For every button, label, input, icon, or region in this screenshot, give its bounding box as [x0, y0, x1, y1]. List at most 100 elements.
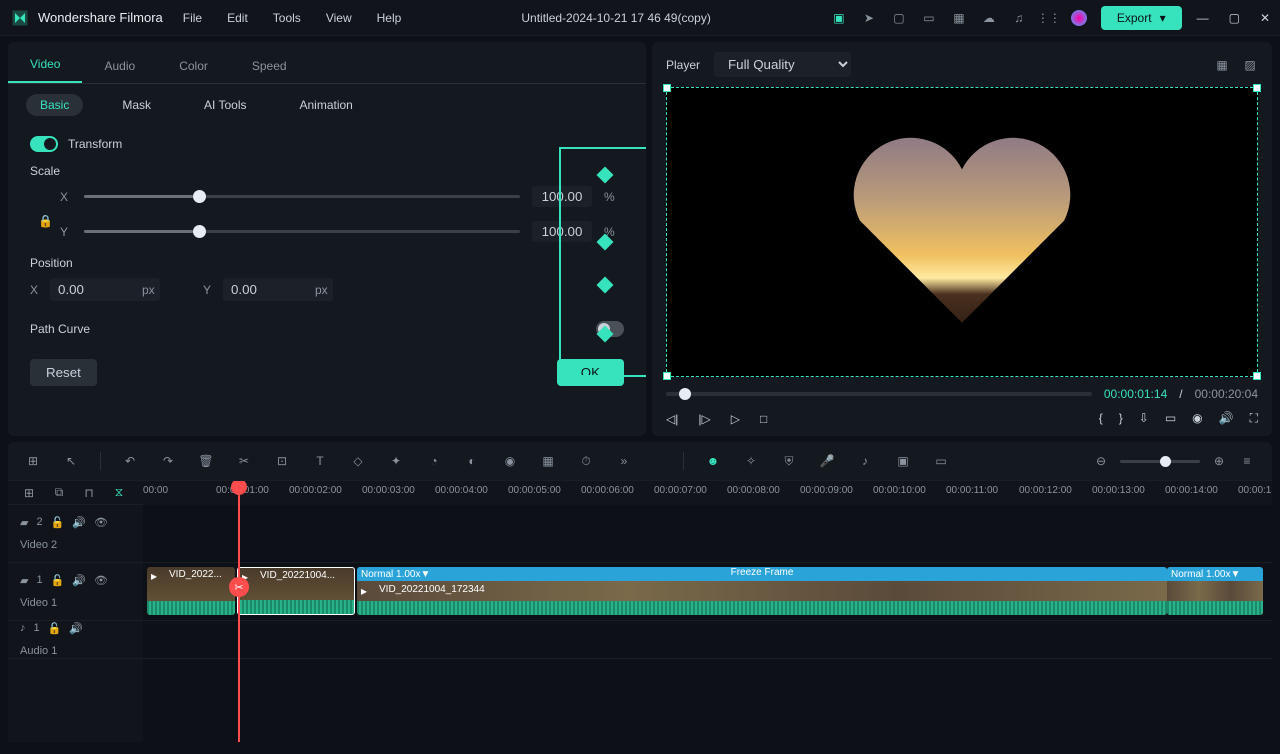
playhead[interactable]: ✂	[238, 481, 240, 742]
scale-y-input[interactable]	[532, 221, 592, 242]
subtab-basic[interactable]: Basic	[26, 94, 83, 116]
scale-x-slider[interactable]	[84, 195, 520, 198]
clip-4[interactable]: Normal 1.00x ▼	[1167, 567, 1263, 615]
lock-icon[interactable]: 🔓	[48, 622, 62, 635]
maximize-button[interactable]: ▢	[1229, 11, 1240, 25]
monitor-icon[interactable]: ▭	[921, 10, 937, 26]
gift-icon[interactable]: ▣	[831, 10, 847, 26]
stop-button[interactable]: □	[760, 412, 767, 426]
pointer-icon[interactable]: ↖	[62, 452, 80, 470]
table-icon[interactable]: ▦	[539, 452, 557, 470]
export-button[interactable]: Export▾	[1101, 6, 1182, 30]
mute-icon[interactable]: 🔊	[72, 516, 86, 529]
bracket-out-icon[interactable]: }	[1119, 411, 1123, 426]
zoom-in-icon[interactable]: ⊕	[1210, 452, 1228, 470]
track-head-video1[interactable]: ▰1🔓🔊👁 Video 1	[8, 563, 143, 621]
marker-icon[interactable]: ⇩	[1139, 411, 1149, 426]
shape-icon[interactable]: ◇	[349, 452, 367, 470]
ai-icon[interactable]: ☻	[704, 452, 722, 470]
display-icon[interactable]: ▭	[1165, 411, 1176, 426]
trash-icon[interactable]: 🗑	[197, 452, 215, 470]
track-head-audio1[interactable]: ♪1🔓🔊 Audio 1	[8, 621, 143, 659]
tab-speed[interactable]: Speed	[230, 49, 309, 83]
undo-icon[interactable]: ↶	[121, 452, 139, 470]
clip-1[interactable]: ▸VID_2022...	[147, 567, 235, 615]
playhead-scissors-icon[interactable]: ✂	[229, 577, 249, 597]
clip-3-freeze[interactable]: Normal 1.00x ▼Freeze Frame ▸ VID_2022100…	[357, 567, 1167, 615]
layout-icon[interactable]: ▢	[891, 10, 907, 26]
lock-icon[interactable]: 🔒	[38, 214, 53, 228]
eye-icon[interactable]: 👁	[94, 574, 108, 587]
subtab-animation[interactable]: Animation	[285, 94, 366, 116]
headphone-icon[interactable]: ♫	[1011, 10, 1027, 26]
ok-button[interactable]: OK	[557, 359, 624, 386]
handle-br[interactable]	[1253, 372, 1261, 380]
quality-select[interactable]: Full Quality	[714, 52, 851, 77]
track-head-video2[interactable]: ▰2🔓🔊👁 Video 2	[8, 505, 143, 563]
menu-view[interactable]: View	[326, 11, 352, 25]
lock-icon[interactable]: 🔓	[51, 574, 65, 587]
sparkle-icon[interactable]: ✧	[742, 452, 760, 470]
subtab-mask[interactable]: Mask	[108, 94, 165, 116]
avatar-icon[interactable]	[1071, 10, 1087, 26]
lane-audio1[interactable]	[143, 621, 1272, 659]
mic-icon[interactable]: 🎤	[818, 452, 836, 470]
menu-edit[interactable]: Edit	[227, 11, 248, 25]
eye-icon[interactable]: 👁	[94, 516, 108, 529]
subtab-aitools[interactable]: AI Tools	[190, 94, 260, 116]
camera-icon[interactable]: ◉	[1192, 411, 1202, 426]
timeline-ruler[interactable]: 00:0000:00:01:0000:00:02:0000:00:03:0000…	[143, 481, 1272, 505]
handle-tr[interactable]	[1253, 84, 1261, 92]
cloud-icon[interactable]: ☁	[981, 10, 997, 26]
speed-icon[interactable]: ◔	[425, 452, 443, 470]
mute-icon[interactable]: 🔊	[69, 622, 83, 635]
grid-icon[interactable]: ▦	[951, 10, 967, 26]
minimize-button[interactable]: —	[1197, 11, 1209, 25]
effects-icon[interactable]: ✦	[387, 452, 405, 470]
lane-video2[interactable]	[143, 505, 1272, 563]
modules-icon[interactable]: ⊞	[24, 452, 42, 470]
crop-icon[interactable]: ⊡	[273, 452, 291, 470]
preview-canvas[interactable]	[666, 87, 1258, 377]
timeline-tracks[interactable]: 00:0000:00:01:0000:00:02:0000:00:03:0000…	[143, 481, 1272, 742]
menu-help[interactable]: Help	[377, 11, 402, 25]
lane-video1[interactable]: ▸VID_2022... ▸VID_20221004... Normal 1.0…	[143, 563, 1272, 621]
redo-icon[interactable]: ↷	[159, 452, 177, 470]
scale-x-input[interactable]	[532, 186, 592, 207]
scrub-bar[interactable]	[666, 392, 1092, 396]
handle-bl[interactable]	[663, 372, 671, 380]
scrub-thumb[interactable]	[679, 388, 691, 400]
apps-icon[interactable]: ⋮⋮	[1041, 10, 1057, 26]
close-button[interactable]: ✕	[1260, 11, 1270, 25]
music-icon[interactable]: ♪	[856, 452, 874, 470]
lock-icon[interactable]: 🔓	[51, 516, 65, 529]
tab-color[interactable]: Color	[157, 49, 230, 83]
menu-tools[interactable]: Tools	[273, 11, 301, 25]
add-track-icon[interactable]: ⊞	[20, 484, 38, 502]
mute-icon[interactable]: 🔊	[72, 574, 86, 587]
send-icon[interactable]: ➤	[861, 10, 877, 26]
tab-video[interactable]: Video	[8, 47, 82, 83]
picture-icon[interactable]: ▣	[894, 452, 912, 470]
next-frame-button[interactable]: |▷	[698, 412, 710, 426]
color-icon[interactable]: ◐	[463, 452, 481, 470]
caption-icon[interactable]: ▭	[932, 452, 950, 470]
transform-toggle[interactable]	[30, 136, 58, 152]
grid-view-icon[interactable]: ▦	[1214, 57, 1230, 73]
menu-file[interactable]: File	[183, 11, 202, 25]
volume-icon[interactable]: 🔊	[1219, 411, 1234, 426]
prev-frame-button[interactable]: ◁|	[666, 412, 678, 426]
list-view-icon[interactable]: ≡	[1238, 452, 1256, 470]
zoom-out-icon[interactable]: ⊖	[1092, 452, 1110, 470]
reset-button[interactable]: Reset	[30, 359, 97, 386]
clip-2-selected[interactable]: ▸VID_20221004...	[237, 567, 355, 615]
greenscreen-icon[interactable]: ◉	[501, 452, 519, 470]
link-icon[interactable]: ⧉	[50, 484, 68, 502]
scale-y-slider[interactable]	[84, 230, 520, 233]
shield-icon[interactable]: ⛨	[780, 452, 798, 470]
scissors-icon[interactable]: ✂	[235, 452, 253, 470]
play-button[interactable]: ▷	[731, 412, 740, 426]
more-icon[interactable]: »	[615, 452, 633, 470]
tab-audio[interactable]: Audio	[82, 49, 157, 83]
magnet-icon[interactable]: ⊓	[80, 484, 98, 502]
